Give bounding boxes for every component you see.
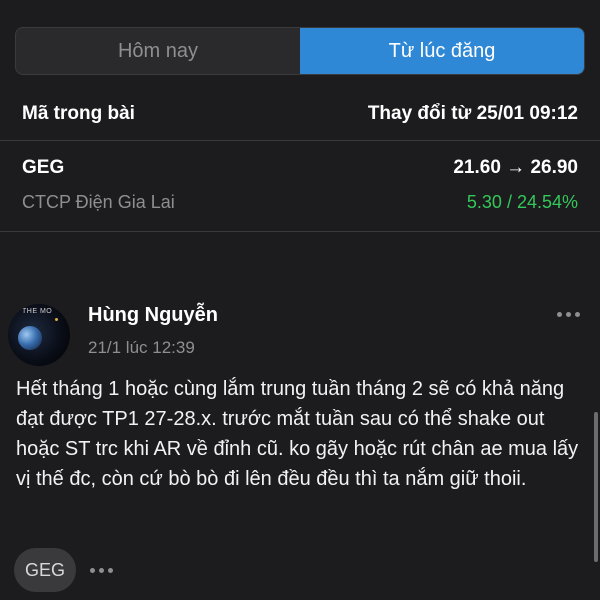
stock-tag-chip[interactable]: GEG <box>14 548 76 592</box>
codes-in-post-label: Mã trong bài <box>22 103 135 124</box>
earth-icon <box>18 326 42 350</box>
post-body: Hết tháng 1 hoặc cùng lắm trung tuần thá… <box>16 378 579 490</box>
tab-today[interactable]: Hôm nay <box>16 28 300 74</box>
period-segmented-control: Hôm nay Từ lúc đăng <box>15 27 585 75</box>
post-header: THE MO Hùng Nguyễn 21/1 lúc 12:39 <box>0 298 600 368</box>
change-since-label: Thay đổi từ 25/01 09:12 <box>367 103 578 124</box>
stock-code: GEG <box>22 157 65 178</box>
divider <box>0 231 600 232</box>
more-tags-icon[interactable] <box>90 568 113 573</box>
stock-price-change: 21.60 → 26.90 <box>453 157 578 178</box>
stock-change-value: 5.30 / 24.54% <box>466 191 578 212</box>
scrollbar[interactable] <box>594 412 598 562</box>
stock-company-name: CTCP Điện Gia Lai <box>22 192 175 212</box>
star-icon <box>55 318 58 321</box>
author-name[interactable]: Hùng Nguyễn <box>88 304 218 327</box>
more-options-icon[interactable] <box>557 312 580 317</box>
divider <box>0 140 600 141</box>
tab-since-posted[interactable]: Từ lúc đăng <box>300 28 584 74</box>
avatar-caption: THE MO <box>22 308 53 315</box>
stock-row[interactable]: GEG 21.60 → 26.90 CTCP Điện Gia Lai 5.30… <box>0 150 600 222</box>
avatar[interactable]: THE MO <box>8 304 70 366</box>
post-timestamp: 21/1 lúc 12:39 <box>88 338 195 357</box>
stock-table-header: Mã trong bài Thay đổi từ 25/01 09:12 <box>0 95 600 133</box>
